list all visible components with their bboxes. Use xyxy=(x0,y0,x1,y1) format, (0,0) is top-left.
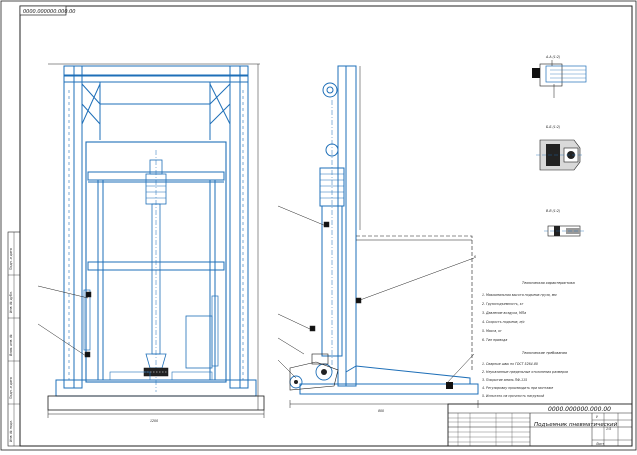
specs-item: 3. Давление воздуха, МПа xyxy=(482,311,526,315)
specs-heading: Техническая характеристика xyxy=(522,281,575,285)
req-item: 1. Сварные швы по ГОСТ 5264-80 xyxy=(482,362,538,366)
side-label-5: Инв. № подл. xyxy=(9,420,13,442)
req-item: 2. Неуказанные предельные отклонения раз… xyxy=(482,370,568,374)
req-heading: Технические требования xyxy=(522,351,567,355)
specs-item: 4. Скорость подъема, м/с xyxy=(482,320,525,324)
side-label-4: Подп. и дата xyxy=(9,377,13,399)
drawing-canvas: 0000.000000.000.00 Подп. и дата Инв. № д… xyxy=(0,0,637,451)
title-block-code: 0000.000000.000.00 xyxy=(548,406,611,413)
req-item: 5. Испытать на прочность нагрузкой xyxy=(482,394,544,398)
specs-item: 6. Тип привода xyxy=(482,338,507,342)
req-item: 4. Регулировку производить при монтаже xyxy=(482,386,553,390)
side-label-1: Подп. и дата xyxy=(9,248,13,270)
view-a-label: А-А (1:2) xyxy=(545,55,560,59)
specs-item: 1. Максимальная высота подъема груза, мм xyxy=(482,293,557,297)
drawing-sheet: 0000.000000.000.00 Подп. и дата Инв. № д… xyxy=(0,0,637,451)
side-label-2: Инв. № дубл. xyxy=(9,291,13,313)
side-dim-label: 800 xyxy=(378,409,384,413)
specs-item: 2. Грузоподъемность, кг xyxy=(482,302,524,306)
view-v-label: В-В (1:2) xyxy=(546,209,560,213)
title-block-scale: 1:5 xyxy=(606,427,611,431)
specs-item: 5. Масса, кг xyxy=(482,329,502,333)
marker-6: 6 xyxy=(474,255,476,259)
view-b-label: Б-Б (1:2) xyxy=(546,125,560,129)
req-item: 3. Покрытие эмаль ПФ-115 xyxy=(482,378,527,382)
side-label-3: Взам. инв. № xyxy=(9,334,13,356)
front-dim-label: 1200 xyxy=(150,419,158,423)
stamp-code: 0000.000000.000.00 xyxy=(23,9,76,15)
outer-frame xyxy=(0,0,637,451)
title-block-sheet: Лист xyxy=(595,442,604,446)
